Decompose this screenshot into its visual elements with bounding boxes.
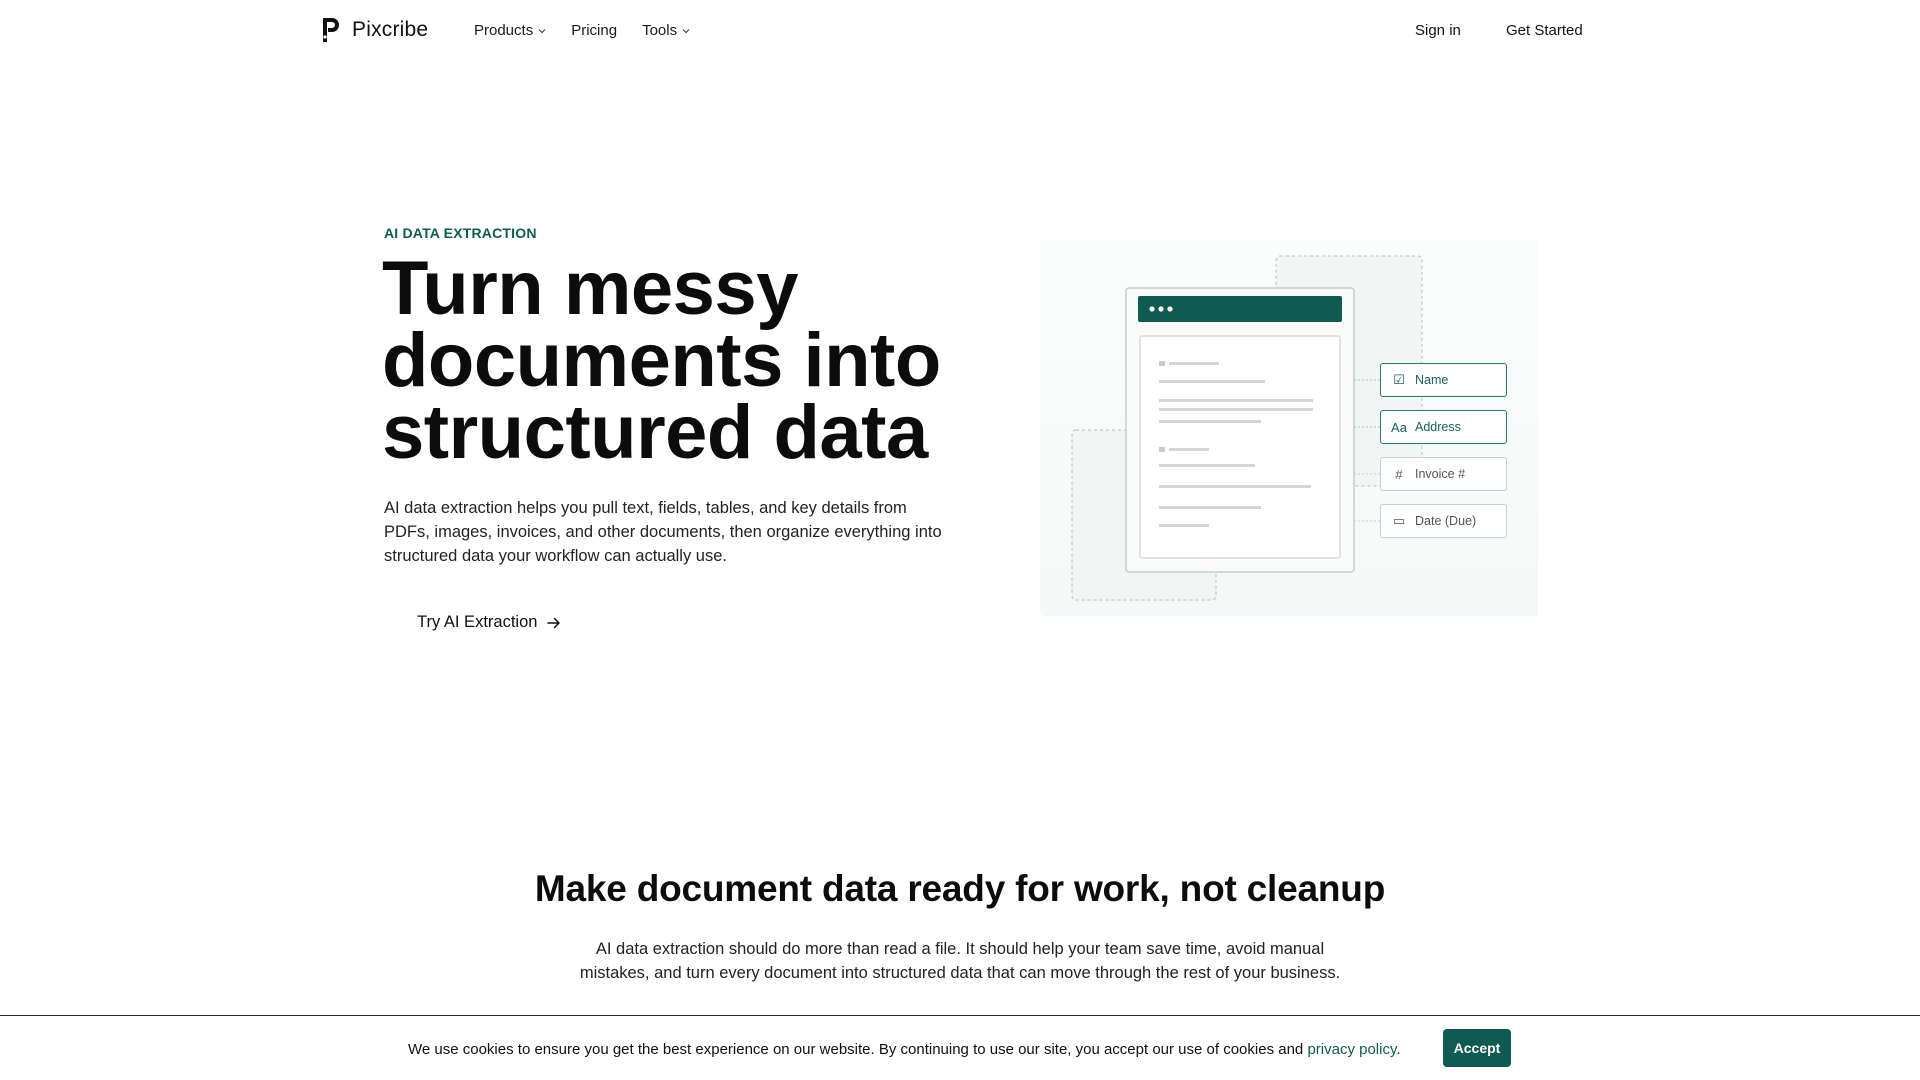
field-address: Aa Address: [1380, 410, 1507, 444]
hero-title: Turn messy documents into structured dat…: [382, 246, 941, 475]
field-invoice-label: Invoice #: [1415, 467, 1466, 481]
cookie-banner: We use cookies to ensure you get the bes…: [0, 1015, 1920, 1080]
field-date-label: Date (Due): [1415, 514, 1477, 528]
field-date-due: ▭ Date (Due): [1380, 504, 1507, 538]
sign-in-link[interactable]: Sign in: [1415, 22, 1461, 39]
text-type-icon: Aa: [1391, 419, 1407, 435]
section-description: AI data extraction should do more than r…: [579, 940, 1341, 982]
field-name-label: Name: [1415, 373, 1449, 387]
cta-label: Try AI Extraction: [417, 613, 538, 631]
nav-pricing-label: Pricing: [571, 22, 618, 39]
hash-icon: #: [1395, 466, 1403, 482]
chevron-down-icon: [538, 28, 546, 33]
privacy-policy-link[interactable]: privacy policy: [1307, 1041, 1396, 1058]
field-invoice: # Invoice #: [1380, 457, 1507, 491]
field-address-label: Address: [1415, 420, 1461, 434]
cookie-text: We use cookies to ensure you get the bes…: [408, 1041, 1308, 1058]
brand-logo[interactable]: Pixcribe: [321, 17, 428, 43]
brand-name: Pixcribe: [352, 18, 429, 41]
top-navigation: Pixcribe Products Pricing Tools Sign in …: [0, 0, 1920, 64]
hero-eyebrow: AI DATA EXTRACTION: [384, 225, 537, 241]
try-ai-extraction-button[interactable]: Try AI Extraction: [417, 613, 561, 632]
nav-tools[interactable]: Tools: [642, 22, 690, 39]
cookie-message: We use cookies to ensure you get the bes…: [408, 1041, 1401, 1058]
field-name: ☑ Name: [1380, 363, 1507, 397]
nav-products-label: Products: [474, 22, 534, 39]
calendar-icon: ▭: [1392, 513, 1406, 528]
section-title: Make document data ready for work, not c…: [534, 868, 1386, 909]
accept-cookies-button[interactable]: Accept: [1443, 1029, 1511, 1067]
nav-products[interactable]: Products: [474, 22, 546, 39]
nav-pricing[interactable]: Pricing: [571, 22, 617, 39]
nav-links: Products Pricing Tools: [474, 22, 690, 39]
checkbox-icon: ☑: [1393, 372, 1405, 387]
cookie-suffix: .: [1396, 1041, 1401, 1058]
arrow-right-icon: [547, 617, 561, 628]
get-started-button[interactable]: Get Started: [1506, 22, 1583, 39]
nav-tools-label: Tools: [642, 22, 678, 39]
pixcribe-logo-icon: [321, 17, 343, 43]
hero-description: AI data extraction helps you pull text, …: [384, 499, 942, 565]
chevron-down-icon: [682, 28, 690, 33]
extraction-illustration: ☑ Name Aa Address # Invoice # ▭ Date (Du…: [1040, 240, 1538, 616]
